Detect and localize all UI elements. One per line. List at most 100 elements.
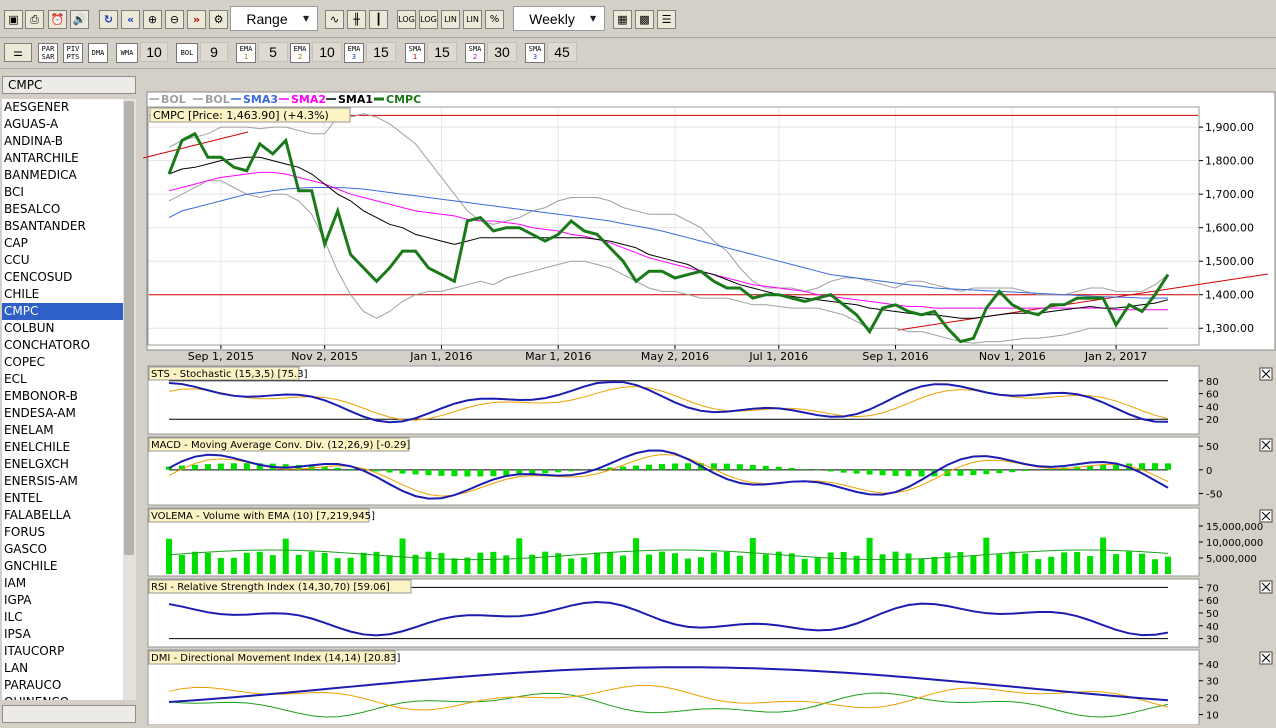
symbol-list-item[interactable]: ENELAM [2, 422, 123, 439]
lin-scale-button[interactable]: LIN [441, 10, 460, 29]
volume-bar [594, 553, 600, 574]
symbol-list-item[interactable]: CHILE [2, 286, 123, 303]
dmi-title: DMI - Directional Movement Index (14,14)… [151, 653, 400, 664]
volume-bar [516, 538, 522, 574]
histogram-bar [906, 470, 912, 476]
symbol-list-item[interactable]: GNCHILE [2, 558, 123, 575]
symbol-list-scrollbar[interactable] [123, 99, 136, 700]
rewind-icon[interactable]: « [121, 10, 140, 29]
symbol-list-item[interactable]: ITAUCORP [2, 643, 123, 660]
symbol-list-item[interactable]: IAM [2, 575, 123, 592]
ema2-period[interactable]: 10 [312, 42, 342, 62]
sma2-period[interactable]: 30 [487, 42, 517, 62]
log-scale-button[interactable]: LOG [397, 10, 416, 29]
alarm-icon[interactable]: ⏰ [48, 10, 67, 29]
symbol-list-item[interactable]: PARAUCO [2, 677, 123, 694]
bar-chart-icon[interactable]: ╫ [347, 10, 366, 29]
sma1-button[interactable]: SMA1 [405, 43, 425, 63]
sma2-button[interactable]: SMA2 [465, 43, 485, 63]
y-tick-label: 40 [1206, 402, 1219, 413]
zoom-in-icon[interactable]: ⊕ [143, 10, 162, 29]
colors-icon[interactable]: ▩ [635, 10, 654, 29]
symbol-list-item[interactable]: GASCO [2, 541, 123, 558]
symbol-list-item[interactable]: AESGENER [2, 99, 123, 116]
symbol-list-item[interactable]: BANMEDICA [2, 167, 123, 184]
symbol-list-item[interactable]: EMBONOR-B [2, 388, 123, 405]
new-chart-icon[interactable]: ▣ [4, 10, 23, 29]
symbol-input[interactable]: CMPC [2, 76, 136, 94]
refresh-icon[interactable]: ↻ [99, 10, 118, 29]
symbol-list-item[interactable]: CONCHATORO [2, 337, 123, 354]
symbol-list-item[interactable]: BCI [2, 184, 123, 201]
ema3-button[interactable]: EMA3 [344, 43, 364, 63]
histogram-bar [672, 464, 678, 470]
bol-period[interactable]: 9 [200, 42, 228, 62]
wma-period[interactable]: 10 [140, 42, 168, 62]
print-icon[interactable]: ⎙ [25, 10, 44, 29]
y-tick-label: 80 [1206, 377, 1219, 388]
fast-forward-icon[interactable]: » [187, 10, 206, 29]
par-sar-button[interactable]: PARSAR [38, 43, 58, 63]
symbol-list-item[interactable]: CMPC [2, 303, 123, 320]
range-select[interactable]: Range ▼ [230, 6, 318, 31]
bol-button[interactable]: BOL [176, 43, 198, 63]
symbol-list-item[interactable]: ENELGXCH [2, 456, 123, 473]
symbol-list-item[interactable]: ILC [2, 609, 123, 626]
symbol-list-item[interactable]: BESALCO [2, 201, 123, 218]
line-chart-icon[interactable]: ∿ [325, 10, 344, 29]
y-tick-label: 10 [1206, 711, 1219, 722]
symbol-list-item[interactable]: IPSA [2, 626, 123, 643]
sma3-button[interactable]: SMA3 [525, 43, 545, 63]
symbol-list-item[interactable]: ANDINA-B [2, 133, 123, 150]
symbol-list-item[interactable]: ENERSIS-AM [2, 473, 123, 490]
symbol-list-item[interactable]: FALABELLA [2, 507, 123, 524]
ema1-period[interactable]: 5 [258, 42, 288, 62]
symbol-list-item[interactable]: BSANTANDER [2, 218, 123, 235]
scrollbar-thumb[interactable] [124, 101, 134, 555]
volume-bar [503, 555, 509, 574]
symbol-list-item[interactable]: COPEC [2, 354, 123, 371]
symbol-list-item[interactable]: FORUS [2, 524, 123, 541]
ema1-button[interactable]: EMA1 [236, 43, 256, 63]
symbol-list-item[interactable]: AGUAS-A [2, 116, 123, 133]
drawing-tool-icon[interactable]: ⚌ [4, 43, 32, 62]
zoom-out-icon[interactable]: ⊖ [165, 10, 184, 29]
symbol-list-item[interactable]: CAP [2, 235, 123, 252]
x-tick-label: Nov 2, 2015 [291, 350, 358, 363]
sound-icon[interactable]: 🔊 [70, 10, 89, 29]
settings-icon[interactable]: ⚙ [209, 10, 228, 29]
candle-chart-icon[interactable]: ┃ [369, 10, 388, 29]
sma3-period[interactable]: 45 [547, 42, 577, 62]
wma-button[interactable]: WMA [116, 43, 138, 63]
volume-bar [996, 554, 1002, 574]
symbol-list-item[interactable]: QUINENCO [2, 694, 123, 700]
volume-bar [387, 555, 393, 574]
ema3-period[interactable]: 15 [366, 42, 396, 62]
symbol-list-item[interactable]: ENDESA-AM [2, 405, 123, 422]
legend-label: SMA1 [338, 93, 373, 106]
histogram-bar [218, 464, 224, 470]
symbol-list-item[interactable]: LAN [2, 660, 123, 677]
histogram-bar [880, 470, 886, 475]
symbol-list-item[interactable]: IGPA [2, 592, 123, 609]
chart-svg: BOLBOLSMA3SMA2SMA1CMPC CMPC [Price: 1,46… [143, 74, 1276, 725]
symbol-list-item[interactable]: ECL [2, 371, 123, 388]
sma1-period[interactable]: 15 [427, 42, 457, 62]
symbol-list-item[interactable]: ANTARCHILE [2, 150, 123, 167]
period-select[interactable]: Weekly ▼ [513, 6, 605, 31]
volume-bar [944, 552, 950, 574]
symbol-list-item[interactable]: ENELCHILE [2, 439, 123, 456]
dma-button[interactable]: DMA [88, 43, 108, 63]
symbol-list-item[interactable]: COLBUN [2, 320, 123, 337]
ema2-button[interactable]: EMA2 [290, 43, 310, 63]
chart-settings-icon[interactable]: ▦ [613, 10, 632, 29]
macd-title: MACD - Moving Average Conv. Div. (12,26,… [151, 440, 410, 451]
symbol-list-item[interactable]: CENCOSUD [2, 269, 123, 286]
piv-pts-button[interactable]: PIVPTS [63, 43, 83, 63]
symbol-list-item[interactable]: CCU [2, 252, 123, 269]
percent-scale-button[interactable]: % [485, 10, 504, 29]
symbol-list-item[interactable]: ENTEL [2, 490, 123, 507]
lin-scale-alt-button[interactable]: LIN [463, 10, 482, 29]
data-table-icon[interactable]: ☰ [657, 10, 676, 29]
log-scale-alt-button[interactable]: LOG [419, 10, 438, 29]
